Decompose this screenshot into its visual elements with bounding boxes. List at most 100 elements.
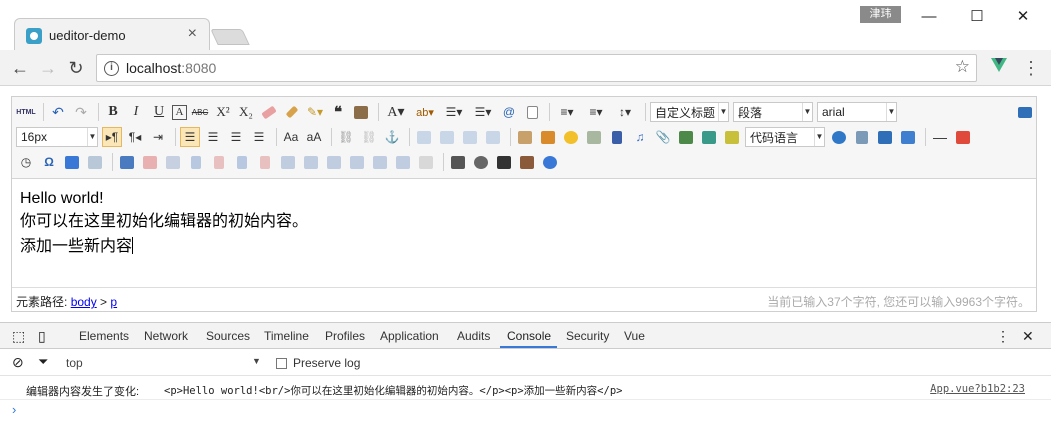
tab-vue[interactable]: Vue	[624, 329, 645, 343]
help-icon[interactable]	[540, 152, 560, 172]
backcolor-icon[interactable]: ab▾	[412, 102, 438, 122]
ordered-list-icon[interactable]: ☰▾	[441, 102, 467, 122]
message-source-link[interactable]: App.vue?b1b2:23	[930, 383, 1025, 395]
undo-icon[interactable]: ↶	[48, 102, 68, 122]
vue-devtools-extension-icon[interactable]	[991, 58, 1007, 72]
path-body-link[interactable]: body	[71, 295, 97, 309]
lineheight-icon[interactable]: ↕▾	[612, 102, 638, 122]
html-source-icon[interactable]: HTML	[16, 102, 36, 122]
date-icon[interactable]	[953, 127, 973, 147]
context-select[interactable]: top	[66, 356, 83, 370]
forward-arrow-icon[interactable]: →	[36, 56, 60, 80]
new-tab-button[interactable]	[210, 29, 250, 45]
justify-full-icon[interactable]: ☰	[249, 127, 269, 147]
minimize-button[interactable]: —	[906, 4, 952, 30]
justify-center-icon[interactable]: ☰	[203, 127, 223, 147]
superscript-icon[interactable]: X²	[213, 102, 233, 122]
map-icon[interactable]	[699, 127, 719, 147]
path-p-link[interactable]: p	[110, 295, 117, 309]
cleardoc-icon[interactable]	[522, 102, 542, 122]
italic-icon[interactable]: I	[126, 102, 146, 122]
tab-application[interactable]: Application	[380, 329, 439, 343]
insert-frame-icon[interactable]	[676, 127, 696, 147]
profile-badge[interactable]: 津玮	[860, 6, 901, 23]
filter-icon[interactable]: ⏷	[38, 354, 48, 370]
image-center-icon[interactable]	[483, 127, 503, 147]
tab-profiles[interactable]: Profiles	[325, 329, 365, 343]
tab-console[interactable]: Console	[507, 329, 551, 343]
snapscreen-icon[interactable]	[62, 152, 82, 172]
anchor-icon[interactable]: ⚓	[382, 127, 402, 147]
bold-icon[interactable]: B	[103, 102, 123, 122]
pagebreak-icon[interactable]	[852, 127, 872, 147]
tab-elements[interactable]: Elements	[79, 329, 129, 343]
tab-timeline[interactable]: Timeline	[264, 329, 309, 343]
info-icon[interactable]: i	[104, 61, 119, 76]
tab-sources[interactable]: Sources	[206, 329, 250, 343]
preview-icon[interactable]	[471, 152, 491, 172]
editor-content[interactable]: Hello world! 你可以在这里初始化编辑器的初始内容。 添加一些新内容	[20, 187, 308, 258]
browser-tab[interactable]: ueditor-demo ×	[14, 18, 210, 50]
clear-console-icon[interactable]: ⊘	[12, 354, 24, 371]
horizontal-rule-icon[interactable]: —	[930, 127, 950, 147]
autotypeset-icon[interactable]: ✎▾	[305, 102, 325, 122]
unordered-list-icon[interactable]: ☰▾	[470, 102, 496, 122]
context-dropdown-icon[interactable]: ▼	[252, 356, 261, 366]
custom-title-select[interactable]: 自定义标题 ▼	[650, 102, 729, 122]
emotion-icon[interactable]	[561, 127, 581, 147]
insert-image-icon[interactable]	[538, 127, 558, 147]
charts-icon[interactable]	[416, 152, 436, 172]
font-family-select[interactable]: arial ▼	[817, 102, 897, 122]
rowspacing-top-icon[interactable]: ≡▾	[554, 102, 580, 122]
insert-paragraph-before-table-icon[interactable]	[163, 152, 183, 172]
insert-col-icon[interactable]	[232, 152, 252, 172]
redo-icon[interactable]: ↷	[71, 102, 91, 122]
font-size-select[interactable]: 16px ▼	[16, 127, 98, 147]
subscript-icon[interactable]: X₂	[236, 102, 256, 122]
justify-left-icon[interactable]: ☰	[180, 127, 200, 147]
console-prompt[interactable]: ›	[12, 402, 16, 417]
link-icon[interactable]: ⛓	[336, 127, 356, 147]
tab-audits[interactable]: Audits	[457, 329, 490, 343]
merge-down-icon[interactable]	[324, 152, 344, 172]
paste-plain-icon[interactable]	[351, 102, 371, 122]
direction-ltr-icon[interactable]: ▸¶	[102, 127, 122, 147]
split-to-rows-icon[interactable]	[370, 152, 390, 172]
tab-network[interactable]: Network	[144, 329, 188, 343]
format-painter-icon[interactable]	[282, 102, 302, 122]
inspect-element-icon[interactable]: ⬚	[12, 328, 28, 344]
reload-icon[interactable]: ↻	[64, 56, 88, 80]
strikethrough-icon[interactable]: ABC	[190, 102, 210, 122]
drafts-icon[interactable]	[517, 152, 537, 172]
fullscreen-icon[interactable]	[1015, 102, 1035, 122]
rowspacing-bottom-icon[interactable]: ≡▾	[583, 102, 609, 122]
tab-security[interactable]: Security	[566, 329, 609, 343]
image-none-icon[interactable]	[414, 127, 434, 147]
merge-cells-icon[interactable]	[278, 152, 298, 172]
paragraph-select[interactable]: 段落 ▼	[733, 102, 813, 122]
device-mode-icon[interactable]: ▯	[38, 328, 54, 344]
print-icon[interactable]	[448, 152, 468, 172]
code-language-select[interactable]: 代码语言 ▼	[745, 127, 825, 147]
time-icon[interactable]: ◷	[16, 152, 36, 172]
to-uppercase-icon[interactable]: Aa	[281, 127, 301, 147]
webapp-icon[interactable]	[722, 127, 742, 147]
devtools-close-icon[interactable]: ✕	[1022, 328, 1038, 344]
indent-icon[interactable]: ⇥	[148, 127, 168, 147]
devtools-menu-icon[interactable]: ⋮	[996, 328, 1012, 344]
preserve-log-checkbox[interactable]	[276, 358, 287, 369]
insert-table-icon[interactable]	[117, 152, 137, 172]
simple-upload-icon[interactable]	[515, 127, 535, 147]
image-left-icon[interactable]	[437, 127, 457, 147]
delete-row-icon[interactable]	[209, 152, 229, 172]
blockquote-icon[interactable]: ❝	[328, 102, 348, 122]
attachment-icon[interactable]: 📎	[653, 127, 673, 147]
insert-video-icon[interactable]	[607, 127, 627, 147]
image-right-icon[interactable]	[460, 127, 480, 147]
search-icon[interactable]	[494, 152, 514, 172]
split-to-cells-icon[interactable]	[347, 152, 367, 172]
direction-rtl-icon[interactable]: ¶◂	[125, 127, 145, 147]
underline-icon[interactable]: U	[149, 102, 169, 122]
back-arrow-icon[interactable]: ←	[8, 56, 32, 80]
bookmark-star-icon[interactable]: ☆	[955, 57, 970, 77]
